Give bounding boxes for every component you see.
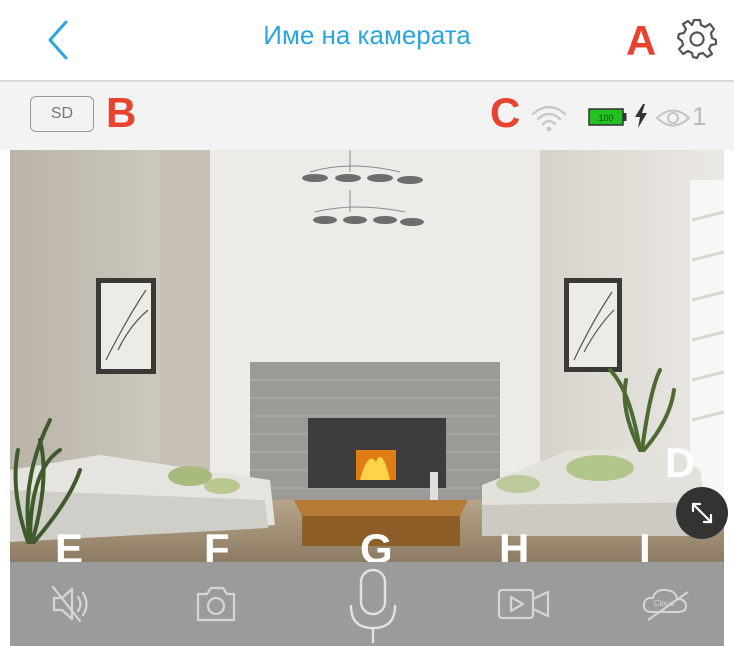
microphone-icon[interactable] bbox=[343, 566, 403, 646]
battery-level-text: 100 bbox=[598, 113, 613, 123]
eye-icon bbox=[655, 109, 691, 127]
marker-a: A bbox=[626, 17, 657, 64]
cloud-label: Cloud bbox=[654, 599, 675, 608]
sd-card-button[interactable]: SD bbox=[30, 96, 94, 132]
speaker-mute-icon[interactable] bbox=[50, 584, 98, 624]
gear-icon[interactable] bbox=[676, 18, 718, 60]
battery-icon: 100 bbox=[588, 108, 627, 126]
cloud-off-icon[interactable]: Cloud bbox=[640, 584, 694, 624]
marker-h: H bbox=[499, 525, 530, 563]
fullscreen-button[interactable] bbox=[676, 487, 728, 539]
marker-d: D bbox=[665, 439, 696, 486]
marker-g: G bbox=[360, 525, 393, 563]
camera-name-title: Име на камерата bbox=[263, 20, 471, 50]
marker-i: I bbox=[639, 525, 651, 563]
app-header: Име на камерата A bbox=[0, 0, 734, 82]
viewer-count: 1 bbox=[692, 101, 707, 131]
marker-c: C bbox=[490, 89, 521, 136]
wifi-icon bbox=[531, 105, 567, 132]
video-feed[interactable]: D E F G H I bbox=[10, 150, 724, 562]
marker-f: F bbox=[204, 525, 230, 563]
camera-icon[interactable] bbox=[192, 584, 240, 624]
charging-bolt-icon bbox=[635, 104, 647, 128]
living-room-image bbox=[10, 150, 724, 562]
marker-b: B bbox=[106, 89, 137, 136]
marker-e: E bbox=[55, 525, 84, 563]
status-bar: SD B C 100 1 bbox=[0, 82, 734, 150]
video-record-icon[interactable] bbox=[496, 584, 554, 624]
expand-icon bbox=[691, 502, 713, 524]
control-bar: Cloud bbox=[10, 562, 724, 646]
